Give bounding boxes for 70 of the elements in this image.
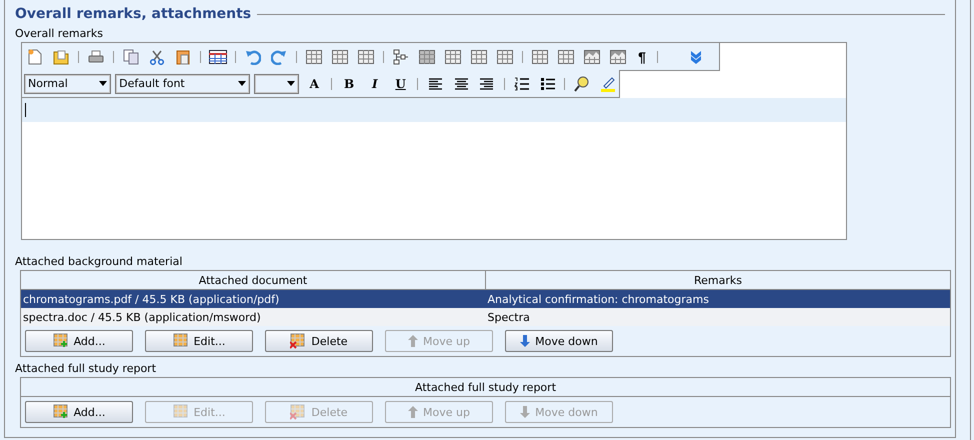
align-right-icon — [479, 78, 494, 90]
section-title: Overall remarks, attachments — [15, 6, 252, 22]
caret-icon — [238, 81, 246, 86]
arrow-down-icon — [520, 335, 530, 347]
image-table-icon — [584, 50, 600, 64]
text-cursor — [25, 103, 26, 117]
undo-icon — [245, 48, 261, 64]
chevrons-down-icon — [689, 50, 703, 64]
grid-icon — [497, 50, 513, 64]
edit-button[interactable]: Edit... — [145, 330, 253, 352]
clipboard-icon — [176, 48, 190, 64]
column-header: Attached full study report — [414, 380, 558, 396]
table-cell-text: Analytical confirmation: chromatograms — [486, 292, 710, 308]
grid-icon — [532, 50, 548, 64]
highlighter-icon — [600, 76, 616, 92]
table-icon — [209, 50, 227, 64]
underline-button[interactable]: U — [390, 72, 412, 94]
grid-icon — [306, 50, 322, 64]
style-dropdown[interactable]: Normal — [24, 74, 112, 94]
table-cell-text: chromatograms.pdf / 45.5 KB (application/pdf) — [22, 292, 280, 308]
numbered-list-icon — [514, 76, 530, 90]
font-size-dropdown[interactable] — [254, 74, 300, 94]
grid-icon — [558, 50, 574, 64]
paragraph-marks-button[interactable]: ¶ — [633, 46, 651, 68]
move-down-button[interactable]: Move down — [505, 330, 613, 352]
grid-icon — [445, 50, 461, 64]
tree-icon — [393, 48, 409, 64]
grid-icon — [419, 50, 435, 64]
field-label: Attached background material — [15, 254, 184, 270]
delete-table-icon — [290, 333, 306, 349]
align-left-icon — [428, 78, 443, 90]
italic-button[interactable]: I — [364, 72, 386, 94]
grid-icon — [332, 50, 348, 64]
caret-icon — [287, 81, 296, 86]
redo-icon — [271, 48, 287, 64]
new-document-icon — [28, 48, 42, 64]
table-cell-text: Spectra — [486, 310, 531, 326]
magnifier-icon — [573, 76, 592, 92]
bulleted-list-icon — [540, 76, 556, 90]
field-label: Overall remarks — [15, 26, 104, 42]
bold-button[interactable]: B — [338, 72, 360, 94]
font-dropdown[interactable]: Default font — [115, 74, 250, 94]
folder-icon — [53, 48, 69, 64]
rich-text-editor[interactable]: ¶ Normal Default font A B I U — [21, 42, 847, 240]
table-row[interactable]: chromatograms.pdf / 45.5 KB (application/pdf) Analytical confirmation: chromatograms — [21, 290, 950, 308]
grid-icon — [471, 50, 487, 64]
add-button[interactable]: Add... — [25, 401, 133, 423]
table-cell-text: spectra.doc / 45.5 KB (application/msword) — [22, 310, 262, 326]
align-center-icon — [454, 78, 469, 90]
table-icon — [172, 404, 189, 420]
add-button[interactable]: Add... — [25, 330, 133, 352]
arrow-down-icon — [520, 406, 530, 418]
add-table-icon — [52, 404, 69, 420]
add-table-icon — [52, 333, 69, 349]
arrow-up-icon — [408, 406, 418, 418]
copy-icon — [123, 48, 139, 64]
column-header: Remarks — [693, 272, 743, 288]
field-label: Attached full study report — [15, 361, 158, 377]
grow-font-button[interactable]: A — [303, 72, 326, 94]
grid-icon — [358, 50, 374, 64]
arrow-up-icon — [408, 335, 418, 347]
scissors-icon — [149, 48, 165, 64]
caret-icon — [99, 81, 108, 86]
table-row[interactable]: spectra.doc / 45.5 KB (application/msword) Spectra — [21, 308, 950, 326]
image-table-icon — [610, 50, 626, 64]
delete-button[interactable]: Delete — [265, 330, 373, 352]
column-header: Attached document — [21, 271, 486, 289]
delete-table-icon — [290, 404, 306, 420]
table-icon — [172, 333, 189, 349]
printer-icon — [88, 50, 104, 64]
